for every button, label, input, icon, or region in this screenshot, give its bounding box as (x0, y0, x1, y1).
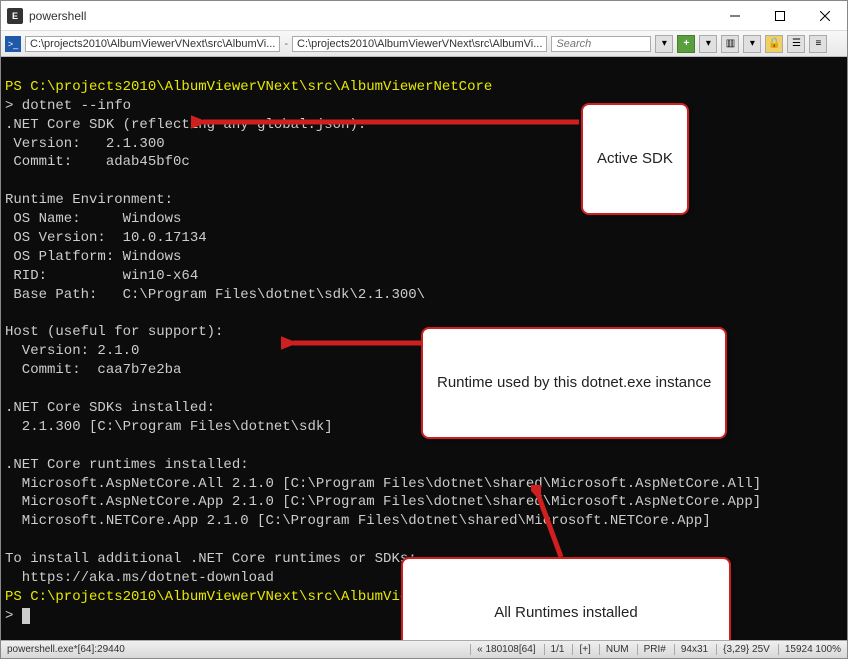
status-process: powershell.exe*[64]:29440 (7, 644, 125, 655)
search-input[interactable] (551, 36, 651, 52)
panel-dropdown-icon[interactable]: ▾ (743, 35, 761, 53)
maximize-button[interactable] (757, 1, 802, 30)
status-num: NUM (599, 644, 629, 655)
window-title: powershell (29, 9, 712, 23)
app-icon: E (7, 8, 23, 24)
cursor-icon (22, 608, 30, 624)
path-left[interactable]: C:\projects2010\AlbumViewerVNext\src\Alb… (25, 36, 280, 52)
arrow-all-rt-icon (531, 485, 571, 561)
callout-sdk-text: Active SDK (597, 149, 673, 169)
callout-runtime: Runtime used by this dotnet.exe instance (421, 327, 727, 439)
arrow-runtime-icon (281, 333, 423, 353)
close-button[interactable] (802, 1, 847, 30)
path-right[interactable]: C:\projects2010\AlbumViewerVNext\src\Alb… (292, 36, 547, 52)
callout-all-rt-title: All Runtimes installed (417, 603, 715, 623)
status-mode: [+] (572, 644, 590, 655)
prompt-line-1: PS C:\projects2010\AlbumViewerVNext\src\… (5, 79, 492, 95)
arrow-sdk-icon (191, 112, 581, 132)
path-separator: - (284, 38, 288, 50)
status-position: 1/1 (544, 644, 565, 655)
application-window: E powershell >_ C:\projects2010\AlbumVie… (0, 0, 848, 659)
powershell-icon: >_ (5, 36, 21, 52)
status-encoding: « 180108[64] (470, 644, 535, 655)
minimize-button[interactable] (712, 1, 757, 30)
status-dimensions: 94x31 (674, 644, 708, 655)
terminal[interactable]: PS C:\projects2010\AlbumViewerVNext\src\… (1, 57, 847, 640)
menu-icon[interactable]: ≡ (809, 35, 827, 53)
status-memory: 15924 100% (778, 644, 841, 655)
toolbar: >_ C:\projects2010\AlbumViewerVNext\src\… (1, 31, 847, 57)
callout-all-runtimes: All Runtimes installed (I cleaned mine u… (401, 557, 731, 640)
window-controls (712, 1, 847, 30)
callout-active-sdk: Active SDK (581, 103, 689, 215)
add-button[interactable]: + (677, 35, 695, 53)
status-priority: PRI# (637, 644, 666, 655)
status-cursor: {3,29} 25V (716, 644, 770, 655)
list-icon[interactable]: ☰ (787, 35, 805, 53)
panel-button[interactable]: ▥ (721, 35, 739, 53)
search-dropdown-icon[interactable]: ▾ (655, 35, 673, 53)
callout-runtime-text: Runtime used by this dotnet.exe instance (437, 373, 711, 393)
titlebar: E powershell (1, 1, 847, 31)
statusbar: powershell.exe*[64]:29440 « 180108[64] 1… (1, 640, 847, 658)
add-dropdown-icon[interactable]: ▾ (699, 35, 717, 53)
lock-icon[interactable]: 🔒 (765, 35, 783, 53)
command-line-1: > dotnet --info (5, 98, 131, 114)
command-line-2: > (5, 608, 22, 624)
